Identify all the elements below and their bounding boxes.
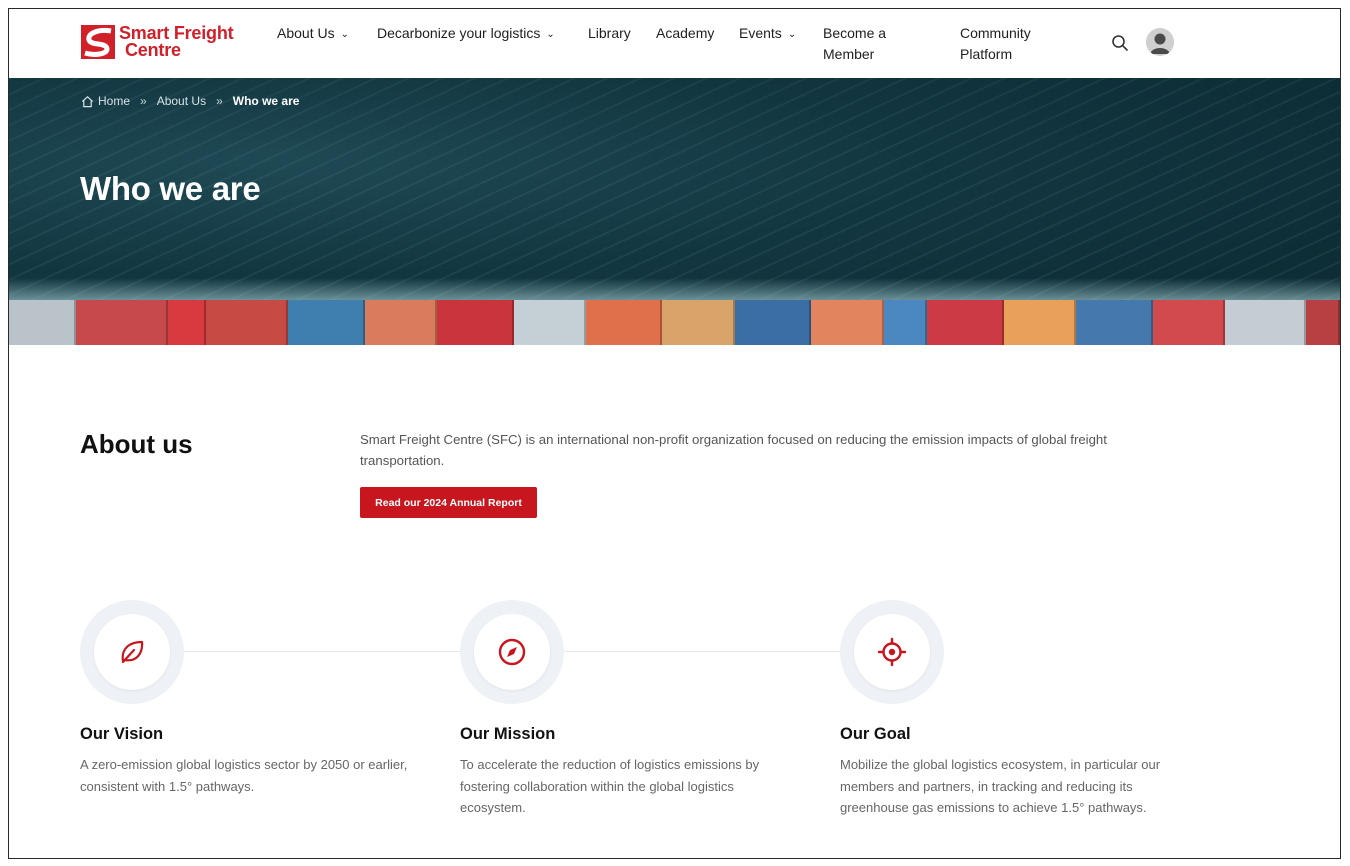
mission-text: To accelerate the reduction of logistics… [460,757,760,815]
breadcrumb-current: Who we are [232,94,300,108]
mission-title: Our Mission [460,725,556,743]
nav-item-library[interactable]: Library [588,23,631,44]
container-ship-image [9,300,1340,345]
hero-banner: Home » About Us » Who we are Who we are [9,78,1340,345]
site-logo[interactable]: Smart Freight Centre [81,23,251,61]
goal-text: Mobilize the global logistics ecosystem,… [840,757,1161,815]
chevron-down-icon: ⌄ [546,29,555,40]
nav-item-become-member[interactable]: Become a Member [823,23,913,65]
site-header: Smart Freight Centre About Us ⌄ Decarboni… [9,9,1340,78]
leaf-icon [121,640,144,664]
nav-item-events[interactable]: Events ⌄ [739,23,796,45]
nav-item-about-us[interactable]: About Us ⌄ [277,23,349,45]
logo-mark-icon [81,25,115,59]
chevron-down-icon: ⌄ [340,29,349,40]
goal-icon-circle [840,600,944,704]
breadcrumb-about-us[interactable]: About Us [157,94,206,108]
vision-icon-circle [80,600,184,704]
breadcrumb-separator: » [140,94,147,108]
logo-text-line2: Centre [125,40,181,60]
target-icon [877,637,907,667]
nav-item-decarbonize[interactable]: Decarbonize your logistics ⌄ [377,23,555,45]
page-title: Who we are [80,170,261,207]
pillar-connector-line [564,651,844,652]
mission-icon-circle [460,600,564,704]
nav-item-community-platform[interactable]: Community Platform [960,23,1060,65]
about-description: Smart Freight Centre (SFC) is an interna… [360,432,1107,468]
home-icon [81,95,94,107]
nav-item-academy[interactable]: Academy [656,23,714,44]
chevron-down-icon: ⌄ [787,29,797,40]
breadcrumb-separator: » [216,94,223,108]
about-heading: About us [80,429,193,459]
search-icon[interactable] [1110,33,1130,53]
goal-title: Our Goal [840,725,911,743]
user-avatar-icon[interactable] [1146,28,1174,56]
vision-text: A zero-emission global logistics sector … [80,757,408,794]
pillar-connector-line [184,651,464,652]
annual-report-button[interactable]: Read our 2024 Annual Report [360,487,537,518]
breadcrumb: Home » About Us » Who we are [81,94,299,108]
compass-icon [498,638,526,666]
breadcrumb-home[interactable]: Home [98,94,130,108]
browser-viewport: Smart Freight Centre About Us ⌄ Decarboni… [8,8,1341,859]
vision-title: Our Vision [80,725,164,743]
